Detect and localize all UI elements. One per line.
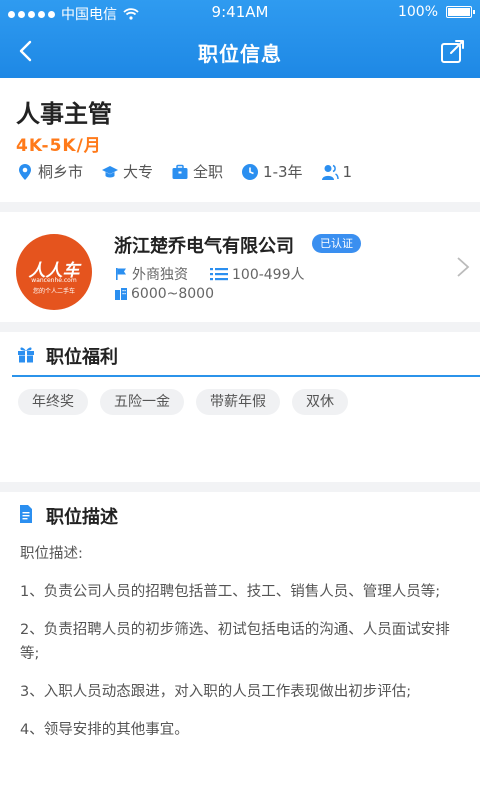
description-section: 职位描述 职位描述: 1、负责公司人员的招聘包括普工、技工、销售人员、管理人员等… [0, 492, 480, 800]
description-body: 职位描述: 1、负责公司人员的招聘包括普工、技工、销售人员、管理人员等; 2、负… [20, 542, 458, 756]
location-pin-icon [19, 163, 31, 180]
description-point: 1、负责公司人员的招聘包括普工、技工、销售人员、管理人员等; [20, 584, 441, 600]
benefits-header: 职位福利 [0, 332, 480, 376]
building-icon [115, 288, 127, 300]
list-icon [210, 268, 228, 281]
job-info-card: 人事主管 4K-5K/月 桐乡市 大专 全职 1-3年 1 [0, 78, 480, 202]
benefit-chip: 带薪年假 [196, 389, 280, 415]
description-intro: 职位描述: [20, 546, 83, 562]
benefit-chip: 年终奖 [18, 389, 88, 415]
status-right: 100% [397, 4, 475, 20]
job-title: 人事主管 [16, 100, 112, 128]
job-salary: 4K-5K/月 [16, 136, 102, 156]
description-point: 2、负责招聘人员的初步筛选、初试包括电话的沟通、人员面试安排等; [20, 622, 450, 662]
tag-city-label: 桐乡市 [38, 163, 84, 181]
benefits-section: 职位福利 年终奖 五险一金 带薪年假 双休 [0, 332, 480, 482]
company-salary-row: 6000~8000 [114, 286, 214, 302]
tag-experience-label: 1-3年 [263, 163, 303, 181]
company-meta-row: 外商独资 100-499人 [114, 264, 305, 284]
verified-badge: 已认证 [312, 234, 361, 253]
company-name: 浙江楚乔电气有限公司 [114, 236, 294, 257]
flag-icon [116, 268, 126, 280]
job-tags: 桐乡市 大专 全职 1-3年 1 [16, 161, 352, 182]
benefits-divider [12, 375, 480, 377]
nav-bar: 职位信息 [0, 26, 480, 78]
tag-education: 大专 [101, 161, 153, 182]
people-icon [321, 164, 339, 180]
app-header: 中国电信 9:41AM 100% 职位信息 [0, 0, 480, 78]
benefit-chips: 年终奖 五险一金 带薪年假 双休 [18, 389, 348, 415]
tag-type: 全职 [171, 161, 223, 182]
company-nature-label: 外商独资 [132, 267, 188, 283]
description-point: 3、入职人员动态跟进，对入职的人员工作表现做出初步评估; [20, 684, 412, 700]
company-size-label: 100-499人 [232, 267, 305, 283]
clock-icon [242, 163, 259, 180]
logo-sub: wancenhe.com [31, 277, 77, 284]
logo-tagline: 您的个人二手车 [32, 288, 75, 295]
description-header: 职位描述 [0, 492, 480, 536]
status-bar: 中国电信 9:41AM 100% [0, 0, 480, 26]
graduation-cap-icon [102, 165, 119, 177]
company-logo: 人人车 wancenhe.com 您的个人二手车 [16, 234, 92, 310]
tag-city: 桐乡市 [16, 161, 83, 182]
briefcase-icon [172, 164, 188, 179]
tag-headcount: 1 [321, 162, 353, 181]
tag-experience: 1-3年 [241, 161, 303, 182]
description-heading: 职位描述 [46, 507, 118, 528]
battery-icon [446, 6, 475, 18]
document-icon [20, 505, 32, 523]
benefit-chip: 双休 [292, 389, 348, 415]
company-card[interactable]: 人人车 wancenhe.com 您的个人二手车 浙江楚乔电气有限公司 已认证 … [0, 212, 480, 322]
benefits-heading: 职位福利 [46, 347, 118, 368]
page-title: 职位信息 [198, 42, 282, 66]
tag-education-label: 大专 [123, 163, 154, 181]
chevron-right-icon[interactable] [456, 256, 470, 278]
tag-headcount-label: 1 [342, 162, 353, 181]
company-size: 100-499人 [210, 264, 305, 284]
share-icon[interactable] [438, 36, 468, 66]
company-salary-label: 6000~8000 [131, 286, 214, 302]
tag-type-label: 全职 [193, 163, 224, 181]
benefit-chip: 五险一金 [100, 389, 184, 415]
battery-percent: 100% [397, 4, 438, 20]
company-nature: 外商独资 [114, 264, 188, 284]
description-point: 4、领导安排的其他事宜。 [20, 722, 189, 738]
gift-icon [18, 347, 34, 363]
screen: 中国电信 9:41AM 100% 职位信息 人事主管 4K-5K/月 桐乡市 大… [0, 0, 480, 800]
